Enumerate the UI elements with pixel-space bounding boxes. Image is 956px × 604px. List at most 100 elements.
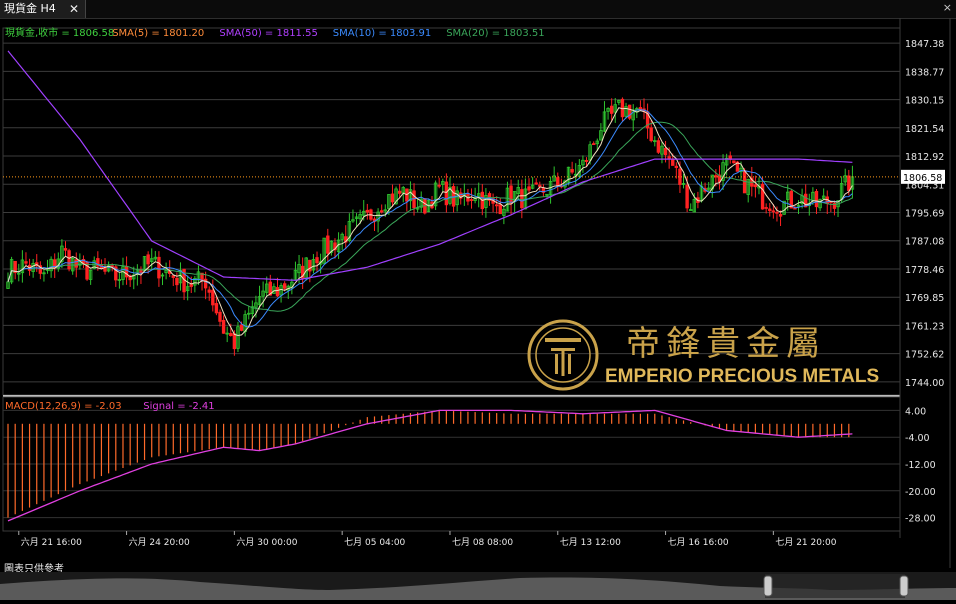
time-tick-label: 七月 21 20:00 (775, 537, 836, 548)
price-tick-label: 1812.92 (905, 152, 944, 163)
navigator-left-handle[interactable] (763, 575, 773, 597)
candle-body (509, 185, 513, 204)
current-price-label: 1806.58 (903, 173, 942, 184)
candle-body (685, 184, 689, 209)
candle-body (764, 207, 768, 209)
tab-close-icon[interactable]: ✕ (69, 0, 79, 18)
candle-body (207, 289, 211, 293)
candle-body (390, 193, 395, 203)
price-tick-label: 1847.38 (905, 39, 944, 50)
price-tick-label: 1830.15 (905, 96, 944, 107)
macd-tick-label: 4.00 (905, 406, 926, 417)
candle-body (520, 189, 524, 209)
candle-body (656, 140, 661, 153)
candle-body (678, 168, 682, 185)
price-tick-label: 1821.54 (905, 124, 944, 135)
candle-body (674, 165, 679, 168)
candle-body (534, 182, 538, 185)
price-tick-label: 1778.46 (905, 265, 944, 276)
candle-body (775, 211, 779, 214)
candle-body (732, 160, 736, 164)
navigator-window[interactable] (765, 574, 905, 598)
candle-body (211, 289, 215, 306)
candle-body (591, 143, 596, 146)
time-tick-label: 七月 05 04:00 (344, 537, 405, 548)
candle-body (229, 332, 233, 336)
candle-body (157, 256, 161, 279)
candle-body (584, 159, 589, 162)
candle-body (24, 261, 28, 264)
legend-item-1: SMA(5) = 1801.20 (112, 28, 204, 39)
candle-body (110, 265, 114, 268)
macd-tick-label: -12.00 (905, 460, 936, 471)
candle-body (203, 278, 208, 289)
candles (6, 97, 855, 356)
price-tick-label: 1769.85 (905, 293, 944, 304)
logo-stem-left (555, 354, 558, 374)
candle-body (214, 303, 219, 314)
time-tick-label: 七月 13 12:00 (560, 537, 621, 548)
candle-body (814, 190, 819, 208)
candle-body (498, 204, 502, 215)
candle-body (221, 319, 226, 334)
window-close-icon[interactable]: × (943, 0, 952, 16)
candle-body (753, 184, 758, 188)
candle-body (437, 184, 441, 187)
candle-body (365, 209, 370, 213)
macd-tick-label: -4.00 (905, 433, 930, 444)
chart-tab[interactable]: 現貨金 H4 ✕ (0, 0, 86, 18)
candle-body (527, 186, 531, 191)
logo-chinese-name: 帝鋒貴金屬 (626, 324, 826, 364)
candle-body (778, 213, 783, 217)
price-tick-label: 1787.08 (905, 237, 944, 248)
time-tick-label: 六月 24 20:00 (129, 536, 190, 548)
candle-body (175, 277, 179, 286)
macd-tick-label: -20.00 (905, 487, 936, 498)
candle-body (469, 199, 474, 201)
candle-body (282, 283, 287, 289)
candle-body (67, 250, 71, 270)
price-tick-label: 1752.62 (905, 350, 944, 361)
candle-body (663, 147, 668, 156)
macd-legend: MACD(12,26,9) = -2.03 Signal = -2.41 (5, 401, 215, 412)
logo-stem-right (568, 354, 571, 374)
emperio-logo: 帝鋒貴金屬EMPERIO PRECIOUS METALS (527, 319, 879, 391)
chart-navigator[interactable] (0, 572, 956, 600)
candle-body (768, 208, 772, 212)
legend-item-4: SMA(20) = 1803.51 (446, 28, 544, 39)
candle-body (538, 184, 542, 187)
macd-legend-item-0: MACD(12,26,9) = -2.03 (5, 401, 122, 412)
candle-body (275, 287, 280, 297)
legend-item-0: 現貨金,收市 = 1806.58 (5, 26, 114, 39)
time-tick-label: 六月 30 00:00 (236, 536, 297, 548)
time-tick-label: 七月 08 08:00 (452, 537, 513, 548)
candle-body (379, 210, 384, 213)
candle-body (189, 284, 193, 287)
candle-body (232, 333, 237, 350)
candle-body (847, 175, 851, 192)
candle-body (609, 105, 614, 114)
candle-body (570, 169, 574, 173)
logo-stem-center (561, 348, 565, 376)
navigator-right-handle[interactable] (899, 575, 909, 597)
candle-body (146, 254, 150, 265)
price-legend: 現貨金,收市 = 1806.58SMA(5) = 1801.20 SMA(50) … (5, 26, 545, 39)
candle-body (124, 265, 129, 278)
macd-tick-label: -28.00 (905, 514, 936, 525)
tab-title: 現貨金 H4 (4, 2, 56, 15)
time-axis: 六月 21 16:00 六月 24 20:00 六月 30 00:00 七月 05 0… (18, 531, 837, 548)
legend-item-3: SMA(10) = 1803.91 (333, 28, 431, 39)
candle-body (239, 324, 244, 331)
sma10-line (7, 109, 853, 328)
chart-area[interactable]: 1847.381838.771830.151821.541812.921804.… (0, 18, 956, 568)
time-tick-label: 六月 21 16:00 (21, 536, 82, 548)
candle-body (74, 259, 78, 268)
logo-english-name: EMPERIO PRECIOUS METALS (605, 366, 879, 387)
price-tick-label: 1744.00 (905, 378, 944, 389)
candle-body (397, 190, 402, 194)
candle-body (771, 210, 776, 213)
candle-body (649, 127, 653, 142)
price-tick-label: 1795.69 (905, 209, 944, 220)
candle-body (494, 204, 499, 207)
candle-body (444, 181, 449, 206)
